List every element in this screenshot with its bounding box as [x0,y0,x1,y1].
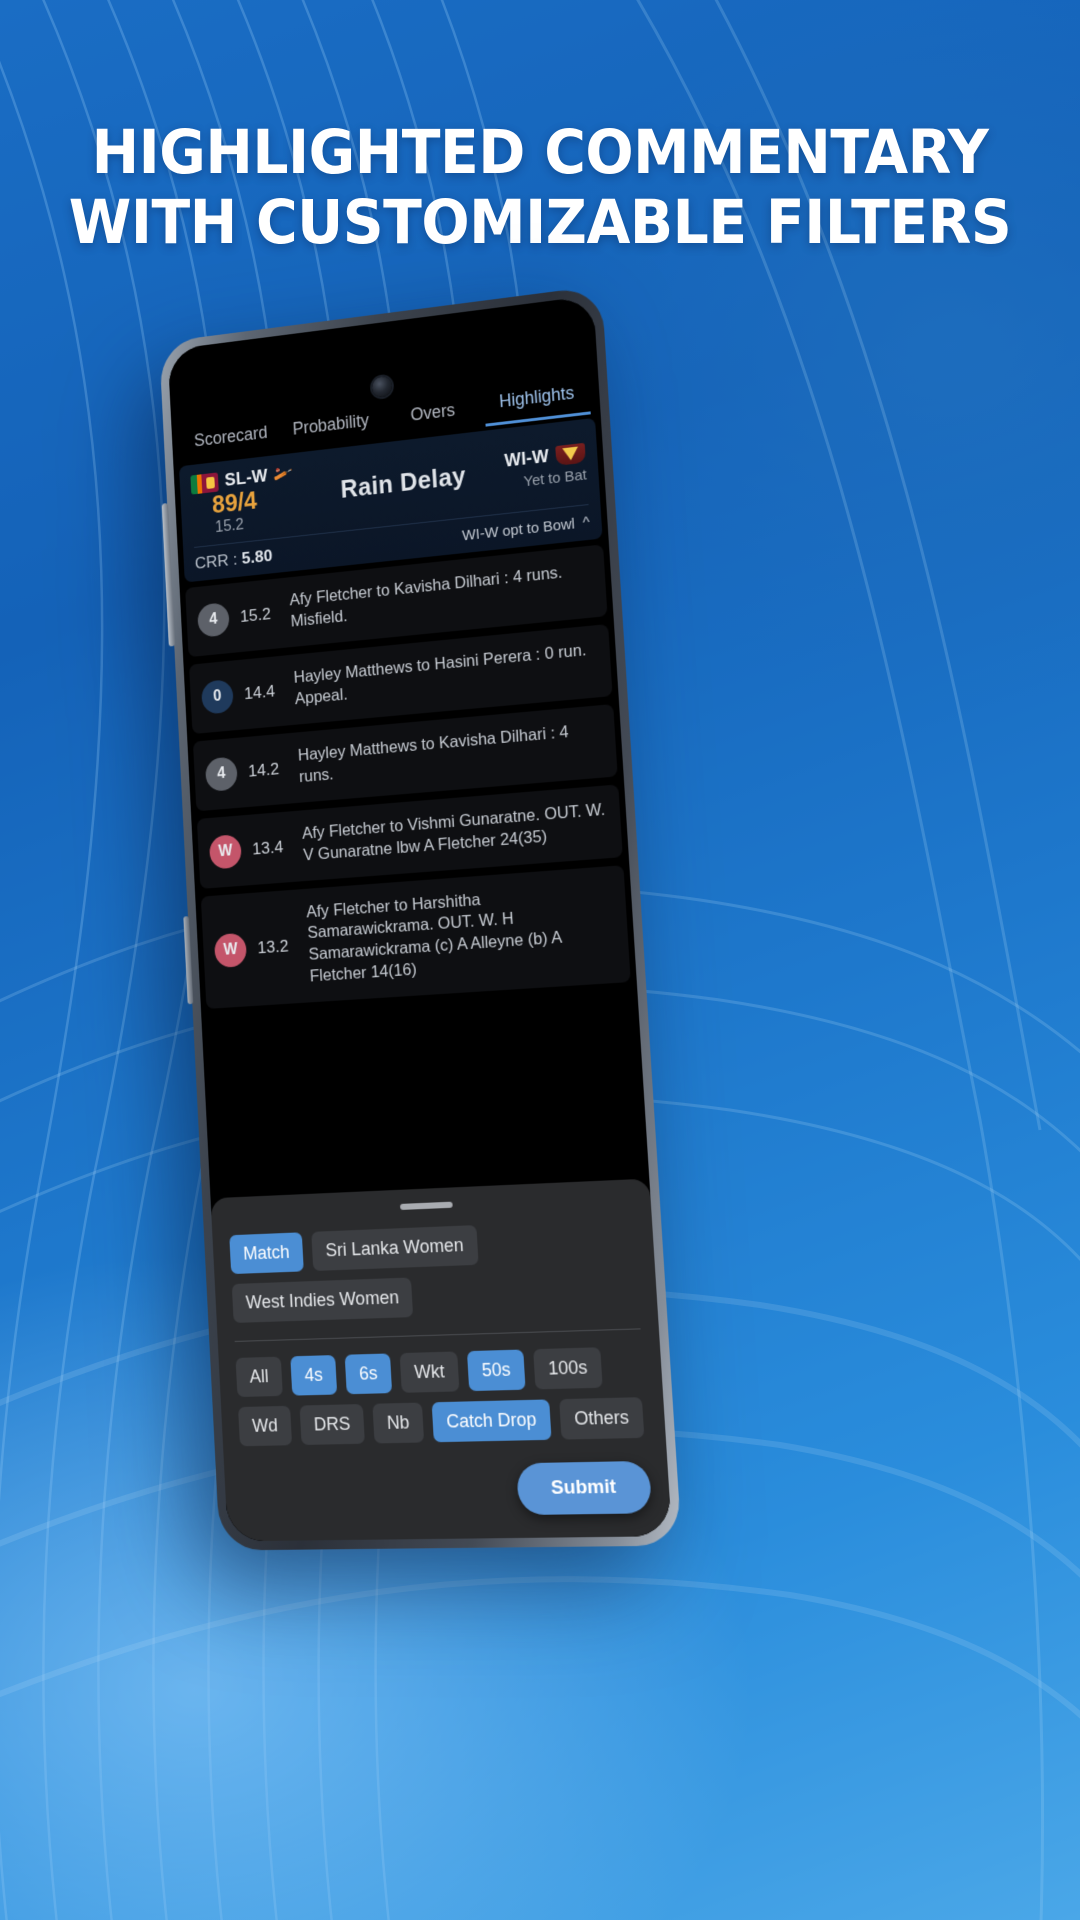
batting-team-block: SL-W 🏏 89/4 15.2 [190,462,304,540]
commentary-text: Afy Fletcher to Vishmi Gunaratne. OUT. W… [301,800,606,864]
chip-6s[interactable]: 6s [344,1353,393,1395]
phone-mockup-stage: Scorecard Probability Overs Highlights S… [0,0,1080,1920]
chip-100s[interactable]: 100s [533,1347,603,1390]
cricket-app: Scorecard Probability Overs Highlights S… [167,295,673,1542]
batting-team-name: SL-W [224,465,269,490]
phone-screen: Scorecard Probability Overs Highlights S… [167,295,673,1542]
bowling-team-state: Yet to Bat [523,466,588,491]
commentary-text: Hayley Matthews to Hasini Perera : 0 run… [293,641,587,708]
phone-frame: Scorecard Probability Overs Highlights S… [159,285,682,1551]
west-indies-flag-icon [555,442,586,466]
filter-bottom-sheet[interactable]: Match Sri Lanka Women West Indies Women … [210,1178,673,1542]
commentary-text: Afy Fletcher to Kavisha Dilhari : 4 runs… [289,563,563,631]
ball-over-number: 14.4 [243,681,276,703]
ball-over-number: 15.2 [239,604,272,626]
crr-display: CRR : 5.80 [194,546,272,573]
chip-wd[interactable]: Wd [238,1405,293,1447]
chip-match[interactable]: Match [229,1232,304,1275]
toss-text: WI-W opt to Bowl [461,515,576,544]
ball-over-number: 13.4 [251,837,284,859]
chip-west-indies-women[interactable]: West Indies Women [231,1277,414,1323]
crr-value: 5.80 [241,546,273,568]
bowling-team-block: WI-W Yet to Bat [504,442,587,492]
sheet-drag-handle[interactable] [399,1201,453,1210]
ball-over-number: 13.2 [256,936,289,958]
chip-nb[interactable]: Nb [372,1402,425,1444]
match-status: Rain Delay [339,461,467,504]
sheet-divider [234,1328,641,1342]
chip-wkt[interactable]: Wkt [399,1351,460,1393]
chip-drs[interactable]: DRS [299,1404,365,1445]
ball-over-number: 14.2 [247,759,280,781]
cricket-bat-icon: 🏏 [271,464,294,485]
phone-mockup: Scorecard Probability Overs Highlights S… [159,285,682,1551]
ball-outcome-badge: W [208,833,243,870]
ball-outcome-badge: 4 [197,601,230,638]
list-item[interactable]: W 13.2 Afy Fletcher to Harshitha Samaraw… [200,864,631,1010]
sri-lanka-flag-icon [190,471,219,495]
chevron-up-icon[interactable]: ^ [582,513,590,531]
toss-info[interactable]: WI-W opt to Bowl ^ [462,513,590,543]
chip-50s[interactable]: 50s [466,1349,526,1392]
chip-others[interactable]: Others [559,1397,645,1440]
scope-chip-group: Match Sri Lanka Women West Indies Women [229,1219,639,1323]
chip-all[interactable]: All [235,1356,283,1398]
chip-sri-lanka-women[interactable]: Sri Lanka Women [311,1225,479,1272]
submit-button[interactable]: Submit [515,1460,653,1516]
crr-label: CRR : [194,550,238,573]
commentary-text: Hayley Matthews to Kavisha Dilhari : 4 r… [297,722,570,786]
chip-4s[interactable]: 4s [290,1355,338,1396]
bowling-team-name: WI-W [503,445,550,471]
ball-outcome-badge: W [213,933,248,969]
ball-outcome-badge: 4 [204,756,238,792]
commentary-text: Afy Fletcher to Harshitha Samarawickrama… [305,890,562,986]
event-chip-group: All 4s 6s Wkt 50s 100s Wd DRS Nb Catch D… [235,1346,648,1447]
ball-outcome-badge: 0 [200,678,234,715]
chip-catch-drop[interactable]: Catch Drop [431,1399,552,1443]
